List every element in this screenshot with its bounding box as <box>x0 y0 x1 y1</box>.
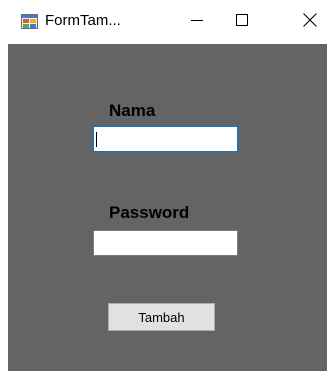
close-icon <box>303 12 317 32</box>
tambah-button[interactable]: Tambah <box>108 303 215 331</box>
title-bar[interactable]: FormTam... <box>0 0 335 44</box>
minimize-button[interactable] <box>174 0 220 44</box>
form-window: FormTam... Nama Password Tambah <box>0 0 335 379</box>
close-button[interactable] <box>287 0 333 44</box>
password-input[interactable] <box>93 230 238 256</box>
form-client-area: Nama Password Tambah <box>8 44 327 371</box>
window-title: FormTam... <box>45 12 121 29</box>
maximize-button[interactable] <box>219 0 265 44</box>
text-caret <box>96 132 97 147</box>
winforms-app-icon[interactable] <box>21 13 38 30</box>
maximize-icon <box>236 13 248 31</box>
nama-input[interactable] <box>93 126 238 152</box>
password-label: Password <box>109 203 190 222</box>
nama-label: Nama <box>109 101 156 120</box>
minimize-icon <box>191 13 203 31</box>
